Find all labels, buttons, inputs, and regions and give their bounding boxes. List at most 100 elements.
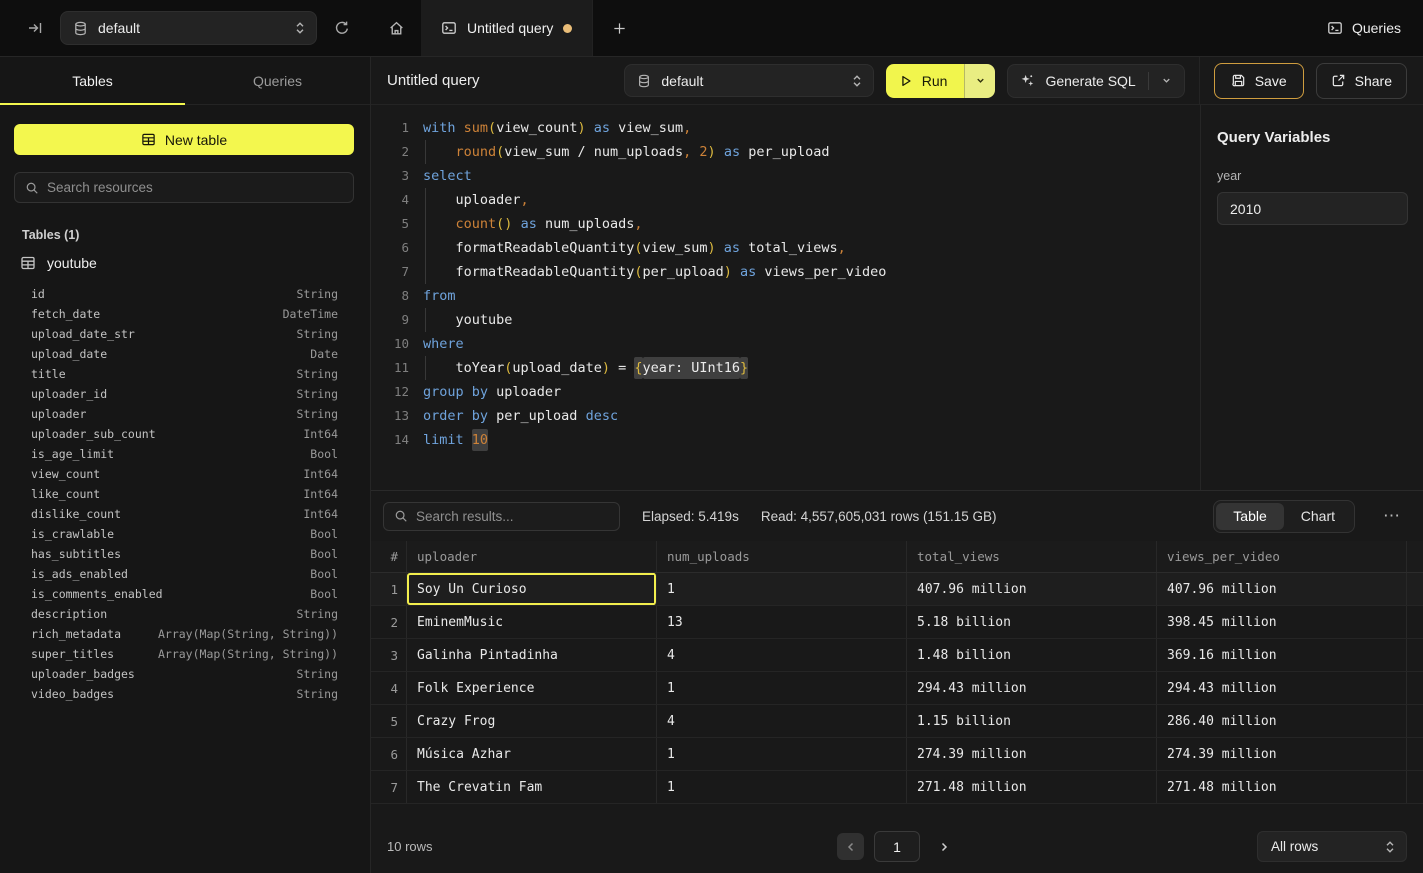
table-cell[interactable]: 274.39 million [1157, 738, 1407, 770]
table-cell[interactable]: 13 [657, 606, 907, 638]
new-table-button[interactable]: New table [14, 124, 354, 155]
table-cell[interactable]: EminemMusic [407, 606, 657, 638]
home-button[interactable] [371, 0, 421, 56]
table-cell[interactable]: 407.96 million [907, 573, 1157, 605]
table-cell[interactable]: 271.48 million [907, 771, 1157, 803]
table-cell[interactable]: 1.15 billion [907, 705, 1157, 737]
code-line[interactable]: 13order by per_upload desc [371, 404, 1200, 428]
table-cell[interactable]: 1 [657, 771, 907, 803]
table-cell[interactable]: 407.96 million [1157, 573, 1407, 605]
results-search-input[interactable] [416, 509, 609, 524]
sidebar-table-youtube[interactable]: youtube [20, 255, 354, 271]
code-line[interactable]: 11 toYear(upload_date) = {year: UInt16} [371, 356, 1200, 380]
table-cell[interactable]: The Crevatin Fam [407, 771, 657, 803]
table-cell[interactable]: 294.43 million [907, 672, 1157, 704]
more-options-button[interactable]: ⋯ [1377, 506, 1407, 526]
view-toggle-table[interactable]: Table [1216, 503, 1283, 530]
query-database-selector[interactable]: default [624, 64, 873, 97]
tab-untitled-query[interactable]: Untitled query [421, 0, 593, 56]
results-column-header[interactable]: # [371, 541, 407, 572]
schema-column-row[interactable]: upload_dateDate [31, 344, 338, 364]
page-size-selector[interactable]: All rows [1257, 831, 1407, 862]
view-toggle-chart[interactable]: Chart [1284, 503, 1352, 530]
code-line[interactable]: 5 count() as num_uploads, [371, 212, 1200, 236]
table-cell[interactable]: 1 [657, 738, 907, 770]
generate-sql-button[interactable]: Generate SQL [1007, 64, 1184, 98]
table-cell[interactable]: 1.48 billion [907, 639, 1157, 671]
save-button[interactable]: Save [1214, 63, 1304, 99]
code-line[interactable]: 10where [371, 332, 1200, 356]
schema-column-row[interactable]: uploader_sub_countInt64 [31, 424, 338, 444]
schema-column-row[interactable]: fetch_dateDateTime [31, 304, 338, 324]
results-column-header[interactable]: num_uploads [657, 541, 907, 572]
schema-column-row[interactable]: rich_metadataArray(Map(String, String)) [31, 624, 338, 644]
results-column-header[interactable]: views_per_video [1157, 541, 1407, 572]
sidebar-tab-tables[interactable]: Tables [0, 57, 185, 104]
schema-column-row[interactable]: view_countInt64 [31, 464, 338, 484]
table-cell[interactable]: Soy Un Curioso [407, 573, 657, 605]
table-cell[interactable]: 274.39 million [907, 738, 1157, 770]
database-selector[interactable]: default [60, 11, 317, 45]
table-cell[interactable]: Folk Experience [407, 672, 657, 704]
table-cell[interactable]: 4 [657, 639, 907, 671]
schema-column-row[interactable]: upload_date_strString [31, 324, 338, 344]
schema-column-row[interactable]: has_subtitlesBool [31, 544, 338, 564]
code-line[interactable]: 1with sum(view_count) as view_sum, [371, 116, 1200, 140]
table-cell[interactable]: 369.16 million [1157, 639, 1407, 671]
variable-year-input[interactable] [1217, 192, 1408, 225]
code-line[interactable]: 8from [371, 284, 1200, 308]
code-line[interactable]: 2 round(view_sum / num_uploads, 2) as pe… [371, 140, 1200, 164]
table-cell[interactable]: 1 [657, 573, 907, 605]
column-name: view_count [31, 464, 100, 484]
table-cell[interactable]: 398.45 million [1157, 606, 1407, 638]
code-line[interactable]: 7 formatReadableQuantity(per_upload) as … [371, 260, 1200, 284]
table-cell[interactable]: Crazy Frog [407, 705, 657, 737]
query-variables-title: Query Variables [1217, 129, 1408, 146]
results-column-header[interactable]: uploader [407, 541, 657, 572]
schema-column-row[interactable]: descriptionString [31, 604, 338, 624]
table-cell[interactable]: Galinha Pintadinha [407, 639, 657, 671]
schema-column-row[interactable]: is_comments_enabledBool [31, 584, 338, 604]
share-button[interactable]: Share [1316, 63, 1407, 99]
code-line[interactable]: 14limit 10 [371, 428, 1200, 452]
refresh-button[interactable] [327, 13, 357, 43]
schema-column-row[interactable]: is_age_limitBool [31, 444, 338, 464]
queries-button[interactable]: Queries [1327, 20, 1401, 36]
sql-editor[interactable]: 1with sum(view_count) as view_sum,2 roun… [371, 105, 1200, 490]
table-cell[interactable]: 4 [657, 705, 907, 737]
table-cell[interactable]: 271.48 million [1157, 771, 1407, 803]
resource-search-input[interactable] [47, 180, 343, 195]
schema-column-row[interactable]: titleString [31, 364, 338, 384]
schema-column-row[interactable]: idString [31, 284, 338, 304]
schema-column-row[interactable]: super_titlesArray(Map(String, String)) [31, 644, 338, 664]
schema-column-row[interactable]: is_ads_enabledBool [31, 564, 338, 584]
code-line[interactable]: 6 formatReadableQuantity(view_sum) as to… [371, 236, 1200, 260]
results-column-header[interactable]: total_views [907, 541, 1157, 572]
next-page-button[interactable] [930, 833, 957, 860]
run-options-button[interactable] [964, 64, 995, 98]
code-line[interactable]: 3select [371, 164, 1200, 188]
table-cell[interactable]: Música Azhar [407, 738, 657, 770]
sidebar-tab-queries[interactable]: Queries [185, 57, 370, 104]
table-cell[interactable]: 286.40 million [1157, 705, 1407, 737]
schema-column-row[interactable]: like_countInt64 [31, 484, 338, 504]
current-page-indicator[interactable]: 1 [874, 831, 920, 862]
new-tab-button[interactable] [593, 0, 645, 56]
schema-column-row[interactable]: uploader_badgesString [31, 664, 338, 684]
collapse-sidebar-button[interactable] [20, 13, 50, 43]
run-button[interactable]: Run [886, 64, 965, 98]
table-cell[interactable]: 294.43 million [1157, 672, 1407, 704]
schema-column-row[interactable]: video_badgesString [31, 684, 338, 704]
schema-column-row[interactable]: uploader_idString [31, 384, 338, 404]
tab-title: Untitled query [467, 20, 553, 36]
schema-column-row[interactable]: is_crawlableBool [31, 524, 338, 544]
table-cell[interactable]: 1 [657, 672, 907, 704]
elapsed-time: Elapsed: 5.419s [642, 509, 739, 524]
code-line[interactable]: 4 uploader, [371, 188, 1200, 212]
code-line[interactable]: 12group by uploader [371, 380, 1200, 404]
code-line[interactable]: 9 youtube [371, 308, 1200, 332]
schema-column-row[interactable]: dislike_countInt64 [31, 504, 338, 524]
previous-page-button[interactable] [837, 833, 864, 860]
table-cell[interactable]: 5.18 billion [907, 606, 1157, 638]
schema-column-row[interactable]: uploaderString [31, 404, 338, 424]
